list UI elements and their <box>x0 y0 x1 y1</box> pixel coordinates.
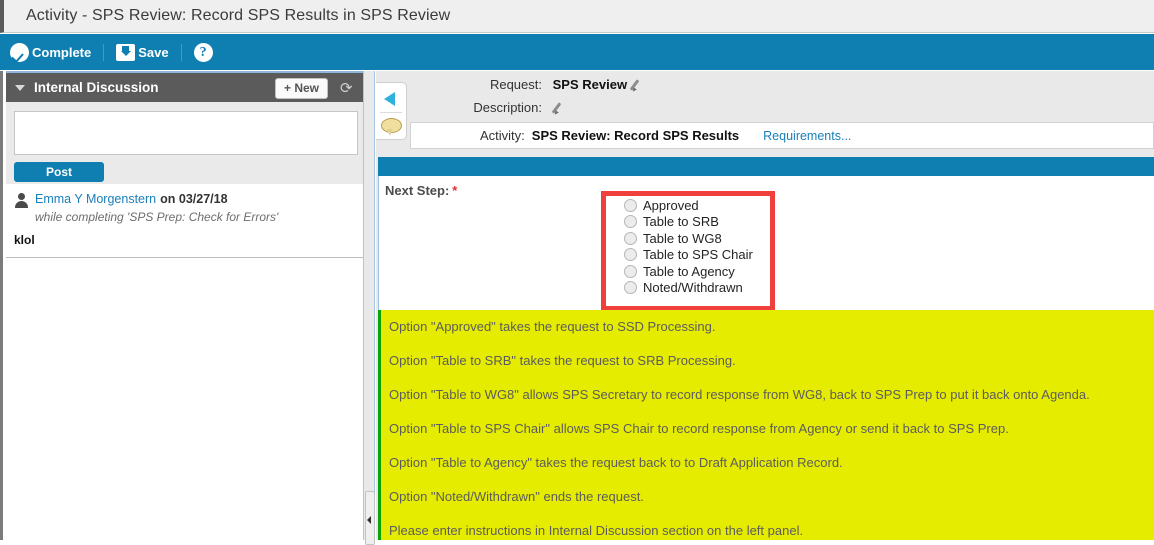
request-label: Request: <box>489 77 542 92</box>
toolbar-divider <box>180 43 182 61</box>
help-button[interactable]: ? <box>193 34 213 70</box>
instruction-line: Option "Table to SRB" takes the request … <box>389 353 736 368</box>
discussion-header: Internal Discussion + New ⟳ <box>6 71 366 102</box>
post-author[interactable]: Emma Y Morgenstern <box>35 192 156 206</box>
instruction-line: Option "Table to SPS Chair" allows SPS C… <box>389 421 1009 436</box>
radio-indicator[interactable] <box>624 264 637 278</box>
refresh-icon[interactable]: ⟳ <box>340 81 355 96</box>
discussion-input[interactable] <box>14 111 358 155</box>
page-title: Activity - SPS Review: Record SPS Result… <box>26 7 451 24</box>
radio-option-table-to-srb[interactable]: Table to SRB <box>624 214 770 229</box>
radio-label: Table to SPS Chair <box>643 247 753 262</box>
collapse-left-icon[interactable] <box>384 92 395 106</box>
save-icon <box>116 43 136 61</box>
instruction-line: Option "Approved" takes the request to S… <box>389 319 716 334</box>
divider <box>380 112 402 113</box>
side-tab-strip <box>376 82 407 140</box>
radio-option-noted-withdrawn[interactable]: Noted/Withdrawn <box>624 280 770 295</box>
instruction-line: Option "Table to WG8" allows SPS Secreta… <box>389 387 1090 402</box>
description-label: Description: <box>473 100 542 115</box>
panel-splitter[interactable] <box>363 71 375 545</box>
save-button[interactable]: Save <box>116 34 169 70</box>
radio-indicator[interactable] <box>624 215 637 228</box>
check-circle-icon <box>10 42 29 62</box>
discussion-title: Internal Discussion <box>34 80 159 95</box>
radio-label: Table to SRB <box>643 214 719 229</box>
list-item: Emma Y Morgenstern on 03/27/18 while com… <box>6 184 366 258</box>
radio-label: Approved <box>643 197 699 213</box>
next-step-radio-group: Approved Table to SRB Table to WG8 Table… <box>601 191 775 311</box>
instruction-line: Option "Noted/Withdrawn" ends the reques… <box>389 489 644 504</box>
section-header-bar <box>378 157 1154 176</box>
activity-form-area: Request: SPS Review Description: Activit… <box>376 71 1154 540</box>
post-body: klol <box>14 233 35 247</box>
user-avatar-icon <box>14 193 29 208</box>
post-context: while completing 'SPS Prep: Check for Er… <box>35 210 279 224</box>
activity-value: SPS Review: Record SPS Results <box>531 128 740 143</box>
radio-option-table-to-agency[interactable]: Table to Agency <box>624 264 770 279</box>
post-header: Emma Y Morgenstern on 03/27/18 <box>14 192 358 208</box>
radio-indicator[interactable] <box>624 248 637 261</box>
internal-discussion-panel: Internal Discussion + New ⟳ Post Emma Y … <box>0 71 366 540</box>
post-date: on 03/27/18 <box>160 192 228 206</box>
discussion-composer: Post <box>6 102 366 184</box>
complete-button[interactable]: Complete <box>10 34 91 70</box>
pencil-icon[interactable] <box>553 101 566 114</box>
next-step-form: Next Step: * Approved Table to SRB Table … <box>378 176 1154 311</box>
comment-bubble-icon[interactable] <box>381 118 402 136</box>
pencil-icon[interactable] <box>631 78 644 91</box>
activity-row: Activity: SPS Review: Record SPS Results… <box>410 122 1154 149</box>
radio-indicator[interactable] <box>624 198 637 212</box>
instructions-panel: Option "Approved" takes the request to S… <box>378 310 1154 540</box>
post-button[interactable]: Post <box>14 162 104 182</box>
next-step-label-text: Next Step: <box>385 183 450 198</box>
complete-button-label: Complete <box>32 44 92 60</box>
application-window: Activity - SPS Review: Record SPS Result… <box>0 0 1154 545</box>
radio-option-table-to-sps-chair[interactable]: Table to SPS Chair <box>624 247 770 262</box>
new-discussion-button[interactable]: + New <box>274 78 328 99</box>
request-value: SPS Review <box>552 77 628 92</box>
window-title-bar: Activity - SPS Review: Record SPS Result… <box>0 0 1154 33</box>
radio-label: Noted/Withdrawn <box>643 280 743 295</box>
splitter-collapse-handle[interactable] <box>365 491 375 545</box>
activity-label: Activity: <box>480 128 525 143</box>
radio-label: Table to WG8 <box>643 230 722 246</box>
discussion-list: Emma Y Morgenstern on 03/27/18 while com… <box>6 184 366 540</box>
instruction-line: Please enter instructions in Internal Di… <box>389 523 804 538</box>
instruction-line: Option "Table to Agency" takes the reque… <box>389 455 843 470</box>
radio-indicator[interactable] <box>624 231 637 245</box>
required-marker: * <box>452 183 458 198</box>
action-toolbar: Complete Save ? <box>0 34 1154 70</box>
requirements-link[interactable]: Requirements... <box>763 129 851 143</box>
save-button-label: Save <box>138 44 169 60</box>
toolbar-divider <box>103 43 105 61</box>
radio-option-approved[interactable]: Approved <box>624 198 770 213</box>
radio-label: Table to Agency <box>643 263 735 279</box>
radio-indicator[interactable] <box>624 281 637 294</box>
next-step-label: Next Step: * <box>385 183 457 198</box>
radio-option-table-to-wg8[interactable]: Table to WG8 <box>624 231 770 246</box>
caret-down-icon[interactable] <box>15 84 25 91</box>
help-icon: ? <box>193 42 213 62</box>
